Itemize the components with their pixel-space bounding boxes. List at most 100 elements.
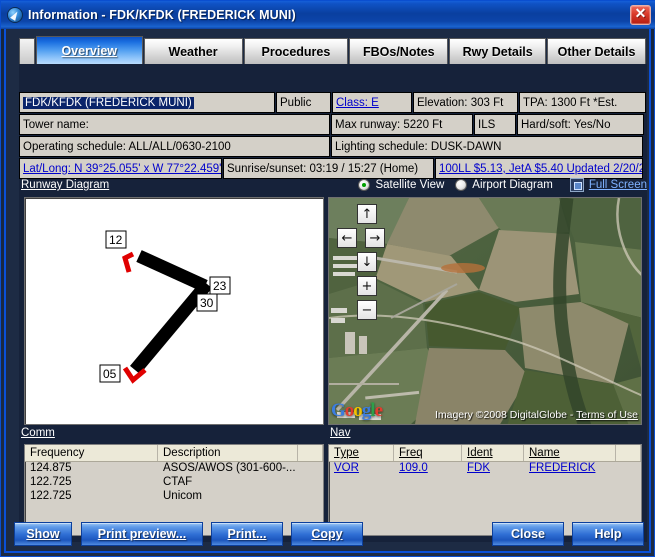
window-body: Overview Weather Procedures FBOs/Notes R…: [4, 29, 651, 553]
comm-description-1: CTAF: [163, 476, 193, 488]
comm-frequency-2: 122.725: [30, 490, 72, 502]
fuel-price-cell[interactable]: 100LL $5.13, JetA $5.40 Updated 2/20/2: [435, 158, 643, 179]
pan-up-button[interactable]: ↑: [357, 204, 377, 224]
comm-header-filler: [298, 445, 323, 461]
airport-id-cell[interactable]: FDK/KFDK (FREDERICK MUNI): [19, 92, 275, 113]
zoom-out-row: −: [337, 300, 397, 320]
radio-airport-diagram-label: Airport Diagram: [472, 179, 553, 191]
info-row-1: FDK/KFDK (FREDERICK MUNI) Public Class: …: [19, 92, 647, 113]
pan-right-button[interactable]: →: [365, 228, 385, 248]
satellite-map[interactable]: ↑ ← → ↓ + − Google Imagery ©2008 Digital…: [328, 197, 642, 425]
runway-label-23: 23: [213, 279, 227, 293]
airspace-class-cell[interactable]: Class: E: [332, 92, 412, 113]
lighting-schedule-cell: Lighting schedule: DUSK-DAWN: [331, 136, 643, 157]
tpa-cell: TPA: 1300 Ft *Est.: [519, 92, 646, 113]
lighting-schedule-value: Lighting schedule: DUSK-DAWN: [335, 140, 502, 153]
nav-header-filler: [616, 445, 641, 461]
copy-button[interactable]: Copy: [291, 522, 363, 546]
runway-diagram-svg: 12 23 30 05: [99, 230, 231, 384]
tab-overview-label: Overview: [61, 43, 118, 58]
full-screen-label: Full Screen: [588, 179, 647, 191]
pan-left-button[interactable]: ←: [337, 228, 357, 248]
imagery-credit: Imagery ©2008 DigitalGlobe - Terms of Us…: [435, 409, 638, 421]
nav-list-header: Type Freq Ident Name: [329, 445, 641, 462]
terms-of-use-link[interactable]: Terms of Use: [576, 409, 638, 421]
tower-name-value: Tower name:: [23, 118, 89, 131]
table-row[interactable]: 124.875 ASOS/AWOS (301-600-...: [25, 462, 323, 476]
radio-satellite-view[interactable]: Satellite View: [358, 179, 444, 191]
runway-diagram-canvas[interactable]: 12 23 30 05: [24, 197, 324, 425]
table-row[interactable]: VOR 109.0 FDK FREDERICK: [329, 462, 641, 476]
tab-weather[interactable]: Weather: [143, 38, 243, 64]
google-logo: Google: [331, 400, 383, 421]
tab-rwy-details[interactable]: Rwy Details: [449, 38, 547, 64]
print-button[interactable]: Print...: [211, 522, 283, 546]
nav-ident-0: FDK: [467, 462, 490, 474]
help-button[interactable]: Help: [572, 522, 644, 546]
compass-icon: [7, 7, 23, 23]
nav-header-name[interactable]: Name: [524, 445, 616, 461]
nav-type-0: VOR: [334, 462, 359, 474]
zoom-in-button[interactable]: +: [357, 276, 377, 296]
close-icon: ✕: [634, 5, 647, 21]
tab-spacer: [19, 38, 35, 64]
comm-description-0: ASOS/AWOS (301-600-...: [163, 462, 296, 474]
nav-header-type[interactable]: Type: [329, 445, 394, 461]
radio-airport-diagram-dot: [455, 179, 468, 191]
info-row-3: Operating schedule: ALL/ALL/0630-2100 Li…: [19, 136, 647, 157]
runway-diagram-label: Runway Diagram: [21, 179, 109, 191]
fuel-price-value: 100LL $5.13, JetA $5.40 Updated 2/20/2: [439, 162, 643, 175]
comm-label-text: Comm: [21, 427, 55, 439]
button-bar: Show Print preview... Print... Copy Clos…: [1, 514, 655, 556]
nav-header-freq[interactable]: Freq: [394, 445, 462, 461]
map-pan-zoom-controls: ↑ ← → ↓ + −: [337, 204, 397, 324]
airspace-class-value: Class: E: [336, 96, 379, 109]
nav-label: Nav: [330, 427, 350, 439]
table-row[interactable]: 122.725 CTAF: [25, 476, 323, 490]
comm-frequency-1: 122.725: [30, 476, 72, 488]
info-row-4: Lat/Long: N 39°25.055' x W 77°22.459' Su…: [19, 158, 647, 179]
overview-panel: FDK/KFDK (FREDERICK MUNI) Public Class: …: [19, 64, 647, 542]
radio-airport-diagram[interactable]: Airport Diagram: [455, 179, 553, 191]
lat-long-value: Lat/Long: N 39°25.055' x W 77°22.459': [23, 162, 222, 175]
lat-long-cell[interactable]: Lat/Long: N 39°25.055' x W 77°22.459': [19, 158, 222, 179]
comm-header-description[interactable]: Description: [158, 445, 298, 461]
ils-cell: ILS: [474, 114, 516, 135]
nav-header-ident[interactable]: Ident: [462, 445, 524, 461]
runway-diagram-label-text: Runway Diagram: [21, 179, 110, 191]
sunrise-sunset-value: Sunrise/sunset: 03:19 / 15:27 (Home): [227, 162, 419, 175]
comm-list-header: Frequency Description: [25, 445, 323, 462]
tab-procedures[interactable]: Procedures: [243, 38, 349, 64]
close-dialog-button[interactable]: Close: [492, 522, 564, 546]
airport-use-value: Public: [280, 96, 312, 109]
tab-other-details-label: Other Details: [557, 44, 636, 59]
elevation-value: Elevation: 303 Ft: [417, 96, 504, 109]
comm-description-2: Unicom: [163, 490, 202, 502]
window-close-button[interactable]: ✕: [630, 5, 651, 25]
hard-soft-value: Hard/soft: Yes/No: [521, 118, 611, 131]
full-screen-control[interactable]: Full Screen: [569, 178, 647, 192]
imagery-credit-text: Imagery ©2008 DigitalGlobe -: [434, 409, 577, 421]
comm-header-frequency[interactable]: Frequency: [25, 445, 158, 461]
pan-down-button[interactable]: ↓: [357, 252, 377, 272]
ils-value: ILS: [478, 118, 496, 131]
print-preview-button[interactable]: Print preview...: [81, 522, 203, 546]
operating-schedule-value: Operating schedule: ALL/ALL/0630-2100: [23, 140, 231, 153]
tab-fbos-notes-label: FBOs/Notes: [362, 44, 435, 59]
sunrise-sunset-cell: Sunrise/sunset: 03:19 / 15:27 (Home): [223, 158, 434, 179]
elevation-cell: Elevation: 303 Ft: [413, 92, 518, 113]
max-runway-cell: Max runway: 5220 Ft: [331, 114, 473, 135]
zoom-out-button[interactable]: −: [357, 300, 377, 320]
nav-freq-0: 109.0: [399, 462, 428, 474]
tower-name-cell: Tower name:: [19, 114, 330, 135]
tab-fbos-notes[interactable]: FBOs/Notes: [349, 38, 449, 64]
show-button[interactable]: Show: [14, 522, 72, 546]
pan-down-row: ↓: [337, 252, 397, 272]
view-mode-controls: Satellite View Airport Diagram Full Scre…: [358, 178, 647, 192]
operating-schedule-cell: Operating schedule: ALL/ALL/0630-2100: [19, 136, 330, 157]
tab-procedures-label: Procedures: [261, 44, 331, 59]
tab-overview[interactable]: Overview: [35, 36, 143, 64]
tab-other-details[interactable]: Other Details: [547, 38, 646, 64]
table-row[interactable]: 122.725 Unicom: [25, 490, 323, 504]
tab-weather-label: Weather: [168, 44, 218, 59]
